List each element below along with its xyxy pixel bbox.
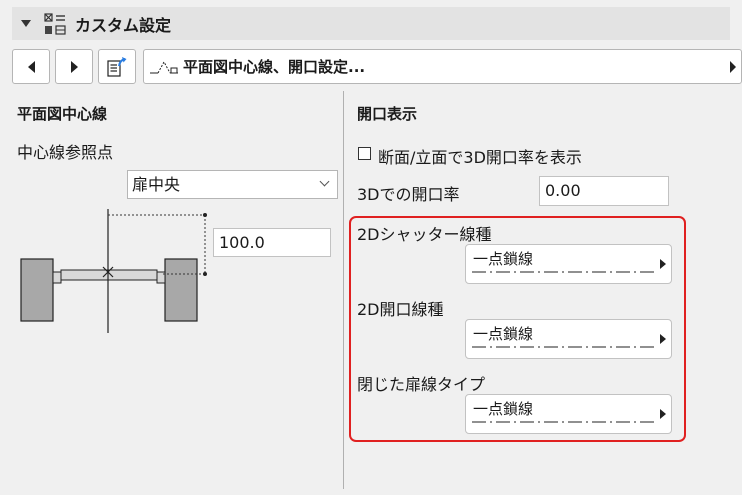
shutter-line-type-label: 2Dシャッター線種 (357, 225, 492, 244)
closed-door-line-type-value: 一点鎖線 (473, 400, 534, 418)
show-3d-opening-checkbox[interactable] (358, 147, 371, 160)
offset-input[interactable]: 100.0 (213, 228, 331, 257)
opening-line-type-label: 2D開口線種 (357, 300, 444, 319)
opening-line-type-value: 一点鎖線 (473, 325, 534, 343)
dash-dot-line-preview (472, 271, 656, 273)
arrow-right-icon (70, 60, 78, 73)
panel-title: カスタム設定 (75, 15, 172, 35)
shutter-line-type-value: 一点鎖線 (473, 250, 534, 268)
arrow-right-icon (660, 334, 666, 344)
centerline-diagram (20, 209, 207, 333)
opening-line-type-select[interactable]: 一点鎖線 (465, 319, 672, 359)
ref-point-dropdown[interactable]: 扉中央 (127, 170, 338, 199)
arrow-right-icon (730, 61, 736, 73)
custom-settings-icon (44, 12, 66, 35)
door-opening-icon (150, 60, 178, 73)
dash-dot-line-preview (472, 421, 656, 423)
triangle-down-icon[interactable] (21, 20, 31, 27)
arrow-left-icon (27, 60, 35, 73)
arrow-right-icon (660, 259, 666, 269)
opening-display-heading: 開口表示 (357, 105, 418, 123)
show-3d-opening-label: 断面/立面で3D開口率を表示 (378, 148, 582, 167)
settings-page-selector[interactable]: 平面図中心線、開口設定... (143, 49, 742, 84)
next-button[interactable] (55, 49, 93, 84)
chevron-down-icon (319, 176, 330, 187)
closed-door-line-type-select[interactable]: 一点鎖線 (465, 394, 672, 434)
opening-ratio-input[interactable]: 0.00 (539, 176, 669, 206)
settings-page-label: 平面図中心線、開口設定... (183, 58, 366, 76)
export-button[interactable] (98, 49, 136, 84)
prev-button[interactable] (12, 49, 50, 84)
nav-bar: 平面図中心線、開口設定... (12, 49, 742, 84)
floor-plan-centerline-heading: 平面図中心線 (17, 105, 108, 123)
closed-door-line-type-label: 閉じた扉線タイプ (357, 375, 486, 394)
panel-header[interactable]: カスタム設定 (12, 7, 730, 40)
arrow-right-icon (660, 409, 666, 419)
document-export-icon (107, 56, 127, 77)
ref-point-value: 扉中央 (132, 175, 181, 194)
dash-dot-line-preview (472, 346, 656, 348)
shutter-line-type-select[interactable]: 一点鎖線 (465, 244, 672, 284)
column-divider (343, 91, 344, 489)
ref-point-label: 中心線参照点 (17, 143, 114, 162)
opening-ratio-label: 3Dでの開口率 (357, 185, 460, 204)
